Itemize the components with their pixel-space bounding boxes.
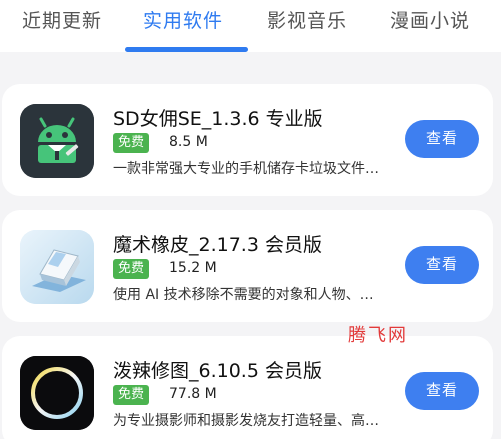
file-size: 8.5 M [169, 134, 208, 150]
file-size: 77.8 M [169, 386, 217, 402]
tab-recent-updates[interactable]: 近期更新 [22, 6, 102, 33]
tab-video-music[interactable]: 影视音乐 [267, 6, 347, 33]
site-watermark: 腾飞网 [348, 325, 408, 346]
app-name: SD女佣SE_1.3.6 专业版 [113, 108, 323, 130]
free-badge: 免费 [113, 385, 150, 405]
app-description: 一款非常强大专业的手机储存卡垃圾文件… [113, 161, 379, 177]
app-name: 泼辣修图_6.10.5 会员版 [113, 360, 322, 382]
app-card-magic-eraser[interactable]: 魔术橡皮_2.17.3 会员版 免费 15.2 M 使用 AI 技术移除不需要的… [2, 210, 493, 322]
free-badge: 免费 [113, 133, 150, 153]
view-button[interactable]: 查看 [405, 372, 479, 410]
app-description: 使用 AI 技术移除不需要的对象和人物、… [113, 287, 374, 303]
file-size: 15.2 M [169, 260, 217, 276]
android-maid-icon [20, 104, 94, 178]
app-description: 为专业摄影师和摄影发烧友打造轻量、高… [113, 413, 379, 429]
view-button[interactable]: 查看 [405, 120, 479, 158]
app-name: 魔术橡皮_2.17.3 会员版 [113, 234, 322, 256]
eraser-icon [20, 230, 94, 304]
view-button[interactable]: 查看 [405, 246, 479, 284]
free-badge: 免费 [113, 259, 150, 279]
app-card-polarr[interactable]: 泼辣修图_6.10.5 会员版 免费 77.8 M 为专业摄影师和摄影发烧友打造… [2, 336, 493, 439]
app-card-sd-maid[interactable]: SD女佣SE_1.3.6 专业版 免费 8.5 M 一款非常强大专业的手机储存卡… [2, 84, 493, 196]
category-tab-bar: 近期更新 实用软件 影视音乐 漫画小说 [0, 0, 501, 52]
ring-lens-icon [20, 356, 94, 430]
active-tab-indicator [125, 47, 248, 52]
tab-utility-software[interactable]: 实用软件 [143, 6, 223, 33]
tab-comics-novels[interactable]: 漫画小说 [390, 6, 470, 33]
